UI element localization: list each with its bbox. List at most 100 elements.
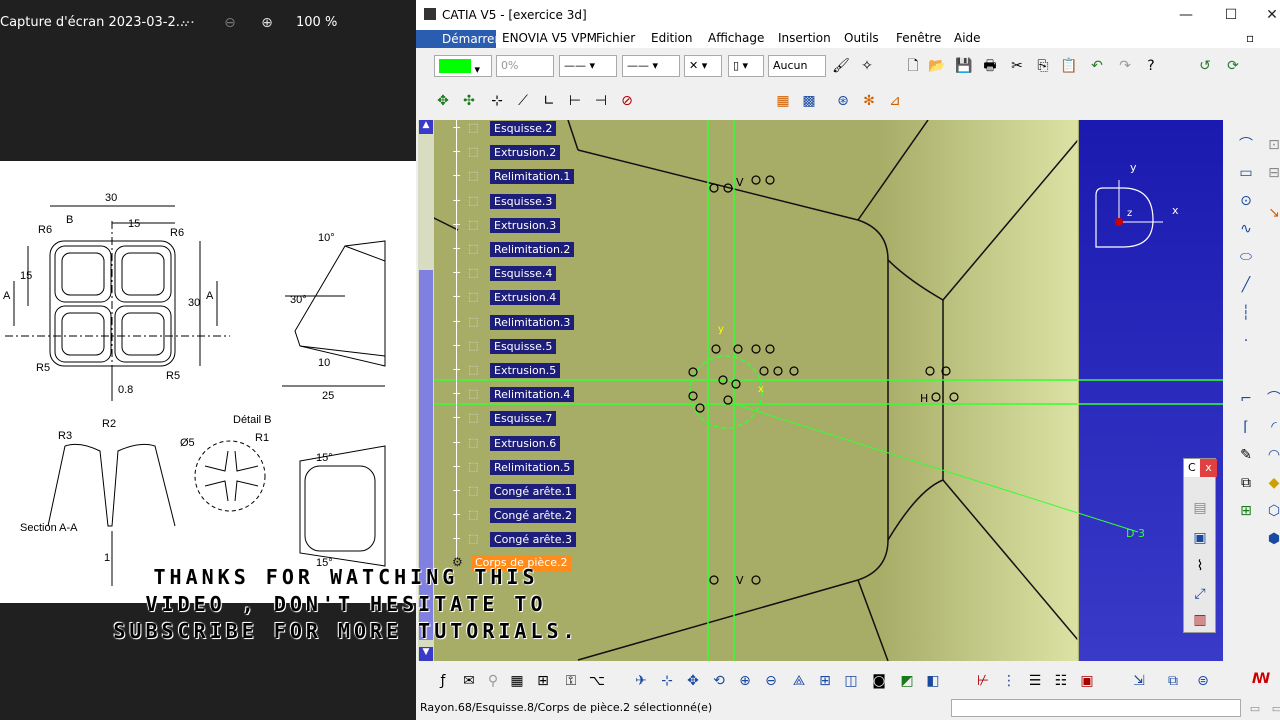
tree-node[interactable]: + ⬚ Congé arête.1 (438, 484, 618, 500)
open-icon[interactable]: 📂 (926, 55, 948, 77)
expand-icon[interactable]: + (452, 290, 461, 303)
layer-select[interactable]: Aucun (768, 55, 826, 77)
cut-plane-icon[interactable]: ⊛ (832, 90, 854, 112)
multi-view-icon[interactable]: ⊞ (814, 670, 836, 692)
animate-icon[interactable]: ↘ (1263, 202, 1280, 224)
floating-close-icon[interactable]: x (1200, 459, 1217, 477)
swap-space-icon[interactable]: ◧ (922, 670, 944, 692)
rotate-view-icon[interactable]: ⟲ (708, 670, 730, 692)
macro-icon[interactable]: ⌥ (586, 670, 608, 692)
tree-node[interactable]: + ⬚ Relimitation.4 (438, 387, 618, 403)
minimize-icon[interactable]: — (1166, 4, 1206, 26)
status-icon-2[interactable]: ▭ (1266, 698, 1280, 720)
zoom-out-view-icon[interactable]: ⊖ (760, 670, 782, 692)
arc-icon[interactable]: ◜ (1263, 416, 1280, 438)
sheets-icon[interactable]: ⧉ (1162, 670, 1184, 692)
zoom-out-icon[interactable]: ⊖ (218, 12, 242, 34)
compass[interactable]: y x z (1095, 161, 1179, 248)
constraint-create-icon[interactable]: ⊡ (1263, 134, 1280, 156)
tree-node[interactable]: + ⬚ Relimitation.1 (438, 169, 618, 185)
constraint-box-icon[interactable]: ▣ (1189, 527, 1211, 549)
lock-icon[interactable]: ⚲ (482, 670, 504, 692)
fit-all-icon[interactable]: ⊹ (656, 670, 678, 692)
update-icon[interactable]: ↺ (1194, 55, 1216, 77)
expand-icon[interactable]: + (452, 242, 461, 255)
line-icon[interactable]: ╱ (1235, 274, 1257, 296)
menu-fenetre[interactable]: Fenêtre (896, 31, 941, 45)
expand-icon[interactable]: + (452, 484, 461, 497)
sketch-analysis-icon[interactable]: ⊬ (972, 670, 994, 692)
tree-node[interactable]: + ⬚ Congé arête.3 (438, 532, 618, 548)
print-icon[interactable]: 🖶 (979, 55, 1001, 77)
tree-node[interactable]: + ⬚ Esquisse.5 (438, 338, 618, 355)
menu-enovia[interactable]: ENOVIA V5 VPM (502, 31, 597, 45)
tree-node[interactable]: + ⬚ Relimitation.2 (438, 242, 618, 258)
expand-icon[interactable]: + (452, 194, 461, 207)
paste-icon[interactable]: 📋 (1058, 55, 1080, 77)
curve-icon[interactable]: ⌒ (1263, 388, 1280, 410)
graphic-props-icon[interactable]: ✧ (856, 55, 878, 77)
expand-icon[interactable]: + (452, 315, 461, 328)
color-select[interactable]: ▾ (434, 55, 492, 77)
measure-icon[interactable]: ⋮ (998, 670, 1020, 692)
shading-icon[interactable]: ◙ (868, 670, 890, 692)
tree-node[interactable]: + ⬚ Esquisse.2 (438, 121, 618, 137)
analysis-icon[interactable]: ⊘ (616, 90, 638, 112)
move-icon[interactable]: ✥ (432, 90, 454, 112)
mirror-icon[interactable]: ⧉ (1235, 472, 1257, 494)
list-icon[interactable]: ☷ (1050, 670, 1072, 692)
spline-icon[interactable]: ∿ (1235, 218, 1257, 240)
transparency-select[interactable]: 0% (496, 55, 554, 77)
expand-icon[interactable]: + (452, 532, 461, 545)
library-icon[interactable]: ▣ (1076, 670, 1098, 692)
expand-icon[interactable]: + (452, 508, 461, 521)
trim-icon[interactable]: ✎ (1235, 444, 1257, 466)
formula-icon[interactable]: ƒ (432, 670, 454, 692)
clip-icon[interactable]: ⌇ (1189, 555, 1211, 577)
scroll-down-icon[interactable]: ▼ (419, 647, 433, 661)
menu-affichage[interactable]: Affichage (708, 31, 764, 45)
more-options-icon[interactable]: ··· (176, 12, 200, 34)
whats-this-icon[interactable]: ? (1140, 55, 1162, 77)
exit-workbench-icon[interactable]: ⬡ (1263, 500, 1280, 522)
expand-icon[interactable]: + (452, 218, 461, 231)
apply-material-icon[interactable]: ☰ (1024, 670, 1046, 692)
snap-grid-icon[interactable]: ▩ (798, 90, 820, 112)
tree-node[interactable]: + ⬚ Extrusion.4 (438, 290, 618, 306)
chamfer-icon[interactable]: ⌈ (1235, 416, 1257, 438)
scroll-up-icon[interactable]: ▲ (419, 120, 433, 134)
table-design-icon[interactable]: ▦ (506, 670, 528, 692)
linetype-select[interactable]: —— ▾ (559, 55, 617, 77)
update-all-icon[interactable]: ⟳ (1222, 55, 1244, 77)
menu-demarrer[interactable]: Démarrer (416, 30, 499, 48)
expand-icon[interactable]: + (452, 266, 461, 279)
menu-fichier[interactable]: Fichier (596, 31, 635, 45)
rectangle-icon[interactable]: ▭ (1235, 162, 1257, 184)
break-icon[interactable]: ◠ (1263, 444, 1280, 466)
tree-node[interactable]: + ⬚ Congé arête.2 (438, 508, 618, 524)
rotate-icon[interactable]: ✣ (458, 90, 480, 112)
tree-node[interactable]: + ⬚ Extrusion.5 (438, 363, 618, 379)
tree-node[interactable]: + ⬚ Relimitation.5 (438, 459, 618, 476)
menu-outils[interactable]: Outils (844, 31, 879, 45)
filter-icon[interactable]: ✻ (858, 90, 880, 112)
expand-icon[interactable]: + (452, 169, 461, 182)
tree-node[interactable]: + ⬚ Esquisse.4 (438, 266, 618, 282)
stack-icon[interactable]: ⊜ (1192, 670, 1214, 692)
expand-icon[interactable]: + (452, 363, 461, 376)
axis-icon[interactable]: ┆ (1235, 302, 1257, 324)
redo-icon[interactable]: ↷ (1114, 55, 1136, 77)
constraint-icon[interactable]: ⊣ (590, 90, 612, 112)
table-icon[interactable]: ▥ (1189, 609, 1211, 631)
profile-icon[interactable]: ⌒ (1235, 134, 1257, 156)
circle-icon[interactable]: ⊙ (1235, 190, 1257, 212)
menu-edition[interactable]: Edition (651, 31, 693, 45)
fly-icon[interactable]: ✈ (630, 670, 652, 692)
expand-icon[interactable]: + (452, 411, 461, 424)
close-icon[interactable]: ✕ (1252, 4, 1280, 26)
dimension-display-icon[interactable]: ⊿ (884, 90, 906, 112)
tree-node[interactable]: + ⬚ Extrusion.2 (438, 145, 618, 161)
tree-node[interactable]: + ⬚ Esquisse.3 (438, 193, 618, 210)
offset-icon[interactable]: ◆ (1263, 472, 1280, 494)
iso-view-icon[interactable]: ◫ (840, 670, 862, 692)
